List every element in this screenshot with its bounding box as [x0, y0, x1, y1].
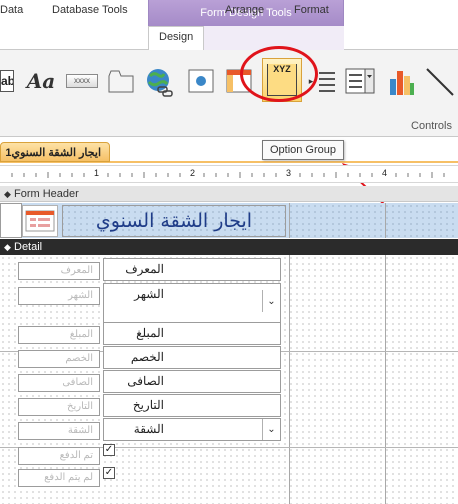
- detail-label: Detail: [14, 241, 43, 253]
- combo-field[interactable]: الشهر: [103, 283, 281, 324]
- text-box-control[interactable]: ab|: [0, 66, 14, 96]
- tab-control-icon: [108, 70, 134, 93]
- field-label[interactable]: لم يتم الدفع: [18, 469, 100, 487]
- label-icon: Aa: [26, 69, 56, 93]
- controls-group-label: Controls: [411, 120, 452, 132]
- list-box-control[interactable]: [316, 66, 338, 96]
- paid-checkbox[interactable]: ✓: [103, 444, 115, 456]
- grid-line: [289, 203, 290, 238]
- field-label[interactable]: تم الدفع: [18, 447, 100, 465]
- combo-box-control[interactable]: [344, 66, 376, 96]
- line-icon: [426, 68, 454, 96]
- section-collapse-icon: ◆: [4, 189, 11, 199]
- option-group-tooltip: Option Group: [262, 140, 344, 160]
- field-label[interactable]: الشهر: [18, 287, 100, 305]
- combo-field[interactable]: الشقة: [103, 418, 281, 441]
- tab-format[interactable]: Format: [294, 4, 329, 16]
- web-browser-control[interactable]: [186, 66, 216, 96]
- bar-chart-icon: [390, 71, 414, 95]
- globe-link-icon: [147, 69, 173, 97]
- tab-control[interactable]: [106, 66, 136, 96]
- line-control[interactable]: [424, 66, 456, 98]
- button-icon: xxxx: [66, 74, 98, 88]
- form-logo[interactable]: [22, 205, 58, 237]
- grid-line: [289, 255, 290, 504]
- detail-bar[interactable]: ◆ Detail: [0, 239, 458, 255]
- horizontal-ruler: 1 2 3 4: [0, 165, 458, 183]
- tab-arrange[interactable]: Arrange: [225, 4, 264, 16]
- text-field[interactable]: المبلغ: [103, 322, 281, 345]
- field-label[interactable]: الصافى: [18, 374, 100, 392]
- grid-line: [385, 203, 386, 238]
- field-label[interactable]: المعرف: [18, 262, 100, 280]
- unpaid-checkbox[interactable]: ✓: [103, 467, 115, 479]
- chart-control[interactable]: [386, 66, 416, 98]
- field-label[interactable]: المبلغ: [18, 326, 100, 344]
- tab-design[interactable]: Design: [148, 26, 205, 51]
- ruler-number: 4: [382, 168, 388, 178]
- tab-database-tools[interactable]: Database Tools: [52, 4, 128, 16]
- ruler-ticks: [11, 172, 445, 178]
- chevron-right-icon: ▸: [308, 75, 314, 86]
- section-collapse-icon: ◆: [4, 242, 11, 252]
- browser-icon: [188, 69, 214, 93]
- text-field[interactable]: الصافى: [103, 370, 281, 393]
- document-tab[interactable]: ايجار الشقة السنوي1: [0, 142, 110, 162]
- chevron-down-icon[interactable]: ⌄: [262, 290, 280, 312]
- text-box-icon: ab|: [0, 70, 14, 92]
- header-left-block: [0, 203, 22, 238]
- tab-data[interactable]: Data: [0, 4, 23, 16]
- field-label[interactable]: التاريخ: [18, 398, 100, 416]
- chevron-down-icon[interactable]: ⌄: [262, 419, 280, 440]
- page-break-control[interactable]: ▸: [306, 66, 316, 96]
- grid-line: [385, 255, 386, 504]
- button-control[interactable]: xxxx: [66, 66, 98, 96]
- ruler-number: 1: [94, 168, 100, 178]
- ruler-number: 2: [190, 168, 196, 178]
- combo-box-icon: [345, 68, 375, 94]
- list-lines-icon: [319, 72, 335, 92]
- text-field[interactable]: الخصم: [103, 346, 281, 369]
- ruler-number: 3: [286, 168, 292, 178]
- hyperlink-control[interactable]: [144, 66, 174, 100]
- label-control[interactable]: Aa: [26, 66, 56, 96]
- form-icon: [25, 210, 55, 232]
- text-field[interactable]: المعرف: [103, 258, 281, 281]
- form-title-label[interactable]: ايجار الشقة السنوي: [62, 205, 286, 237]
- form-header-bar[interactable]: ◆ Form Header: [0, 186, 458, 202]
- form-header-label: Form Header: [14, 188, 79, 200]
- field-label[interactable]: الشقة: [18, 422, 100, 440]
- text-field[interactable]: التاريخ: [103, 394, 281, 417]
- field-label[interactable]: الخصم: [18, 350, 100, 368]
